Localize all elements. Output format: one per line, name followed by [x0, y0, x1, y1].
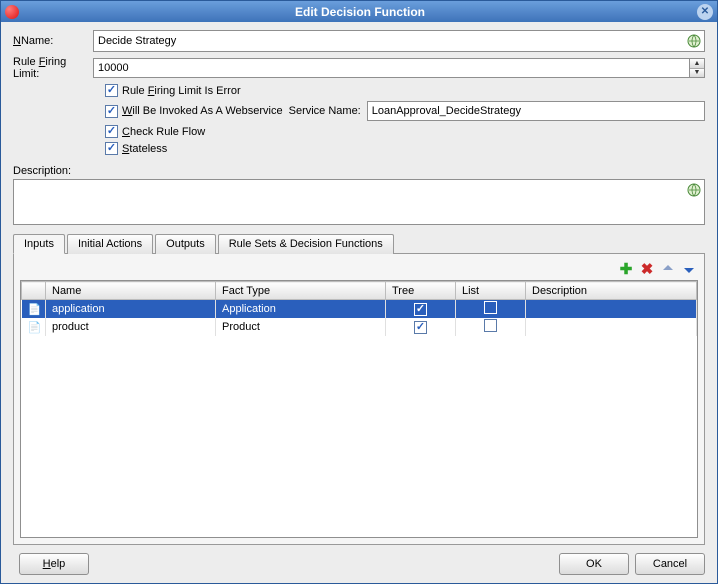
table-toolbar: ✚ ✖	[20, 260, 698, 278]
check-rule-flow-row: Check Rule Flow	[105, 125, 705, 138]
stateless-checkbox[interactable]	[105, 142, 118, 155]
content-area: NName: Decide Strategy Rule Firing Limit…	[1, 22, 717, 545]
inputs-table: Name Fact Type Tree List Description 📄 a…	[20, 280, 698, 538]
rule-firing-label: Rule Firing Limit:	[13, 56, 93, 80]
cell-desc[interactable]	[526, 300, 697, 319]
tree-checkbox[interactable]	[414, 303, 427, 316]
cell-fact[interactable]: Application	[216, 300, 386, 319]
webservice-label: Will Be Invoked As A Webservice	[122, 105, 283, 117]
table-header: Name Fact Type Tree List Description	[22, 282, 697, 300]
rule-firing-input[interactable]	[93, 58, 689, 78]
description-label: Description:	[13, 165, 705, 177]
webservice-checkbox[interactable]	[105, 105, 118, 118]
spin-up-icon[interactable]: ▲	[690, 59, 704, 69]
delete-icon[interactable]: ✖	[638, 260, 656, 278]
list-checkbox[interactable]	[484, 319, 497, 332]
spin-down-icon[interactable]: ▼	[690, 69, 704, 78]
name-row: NName: Decide Strategy	[13, 30, 705, 52]
stateless-row: Stateless	[105, 142, 705, 155]
globe-icon[interactable]	[686, 33, 702, 49]
tabs: Inputs Initial Actions Outputs Rule Sets…	[13, 233, 705, 545]
help-button[interactable]: Help	[19, 553, 89, 575]
col-list-header[interactable]: List	[456, 282, 526, 300]
tab-rulesets[interactable]: Rule Sets & Decision Functions	[218, 234, 394, 254]
globe-icon[interactable]	[686, 182, 702, 198]
check-rule-flow-label: Check Rule Flow	[122, 126, 205, 138]
webservice-row: Will Be Invoked As A Webservice Service …	[105, 101, 705, 121]
up-icon[interactable]	[659, 260, 677, 278]
cell-name[interactable]: application	[46, 300, 216, 319]
col-tree-header[interactable]: Tree	[386, 282, 456, 300]
cancel-button[interactable]: Cancel	[635, 553, 705, 575]
stateless-label: Stateless	[122, 143, 167, 155]
name-input[interactable]: Decide Strategy	[93, 30, 705, 52]
tab-outputs[interactable]: Outputs	[155, 234, 216, 254]
cell-name[interactable]: product	[46, 318, 216, 336]
table-row[interactable]: 📄 product Product	[22, 318, 697, 336]
tab-strip: Inputs Initial Actions Outputs Rule Sets…	[13, 233, 705, 254]
description-textarea[interactable]	[13, 179, 705, 225]
col-icon[interactable]	[22, 282, 46, 300]
cell-fact[interactable]: Product	[216, 318, 386, 336]
rule-firing-row: Rule Firing Limit: ▲▼	[13, 56, 705, 80]
table-row[interactable]: 📄 application Application	[22, 300, 697, 319]
name-label: NName:	[13, 35, 93, 47]
rule-firing-error-checkbox[interactable]	[105, 84, 118, 97]
col-name-header[interactable]: Name	[46, 282, 216, 300]
titlebar: Edit Decision Function ✕	[1, 1, 717, 22]
check-rule-flow-checkbox[interactable]	[105, 125, 118, 138]
rule-firing-error-label: Rule Firing Limit Is Error	[122, 85, 241, 97]
cell-desc[interactable]	[526, 318, 697, 336]
tab-panel-inputs: ✚ ✖ Name Fact Type Tree List	[13, 254, 705, 545]
down-icon[interactable]	[680, 260, 698, 278]
rule-firing-spinner[interactable]: ▲▼	[93, 58, 705, 78]
dialog-title: Edit Decision Function	[23, 5, 697, 19]
col-desc-header[interactable]: Description	[526, 282, 697, 300]
tab-inputs[interactable]: Inputs	[13, 234, 65, 254]
tab-initial-actions[interactable]: Initial Actions	[67, 234, 153, 254]
add-icon[interactable]: ✚	[617, 260, 635, 278]
service-name-input[interactable]	[367, 101, 705, 121]
input-icon: 📄	[28, 302, 42, 316]
dialog-window: Edit Decision Function ✕ NName: Decide S…	[0, 0, 718, 584]
rule-firing-error-row: Rule Firing Limit Is Error	[105, 84, 705, 97]
ok-button[interactable]: OK	[559, 553, 629, 575]
button-bar: Help OK Cancel	[1, 545, 717, 583]
app-icon	[5, 5, 19, 19]
col-fact-header[interactable]: Fact Type	[216, 282, 386, 300]
service-name-label: Service Name:	[289, 105, 361, 117]
input-icon: 📄	[28, 320, 42, 334]
tree-checkbox[interactable]	[414, 321, 427, 334]
list-checkbox[interactable]	[484, 301, 497, 314]
close-icon[interactable]: ✕	[697, 4, 713, 20]
